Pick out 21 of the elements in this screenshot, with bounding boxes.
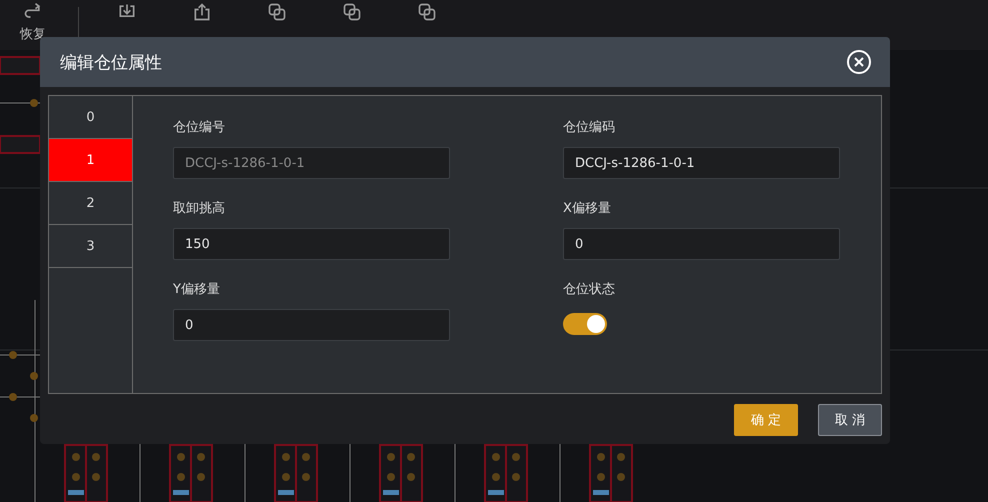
dialog-title: 编辑仓位属性 (60, 52, 162, 74)
close-icon[interactable] (846, 49, 872, 75)
overlap-squares-icon (266, 2, 286, 22)
toggle-switch[interactable] (563, 313, 607, 335)
overlap-squares-icon (342, 2, 362, 22)
field-label: Y偏移量 (173, 281, 221, 298)
input-field[interactable]: 0 (563, 228, 840, 260)
field-label: 仓位状态 (563, 281, 616, 298)
field-label: 仓位编号 (173, 119, 226, 136)
field-label: 仓位编码 (563, 119, 616, 136)
field-label: X偏移量 (563, 200, 612, 217)
overlap-squares-icon (416, 2, 436, 22)
slot-tab[interactable]: 1 (49, 139, 132, 182)
field-label: 取卸挑高 (173, 200, 226, 217)
input-field[interactable]: DCCJ-s-1286-1-0-1 (563, 147, 840, 179)
slot-tab[interactable]: 3 (49, 225, 132, 268)
input-field[interactable]: 150 (173, 228, 450, 260)
cancel-button[interactable]: 取 消 (818, 404, 882, 436)
slot-tab[interactable]: 2 (49, 182, 132, 225)
input-field[interactable]: 0 (173, 309, 450, 341)
export-icon (192, 2, 212, 22)
